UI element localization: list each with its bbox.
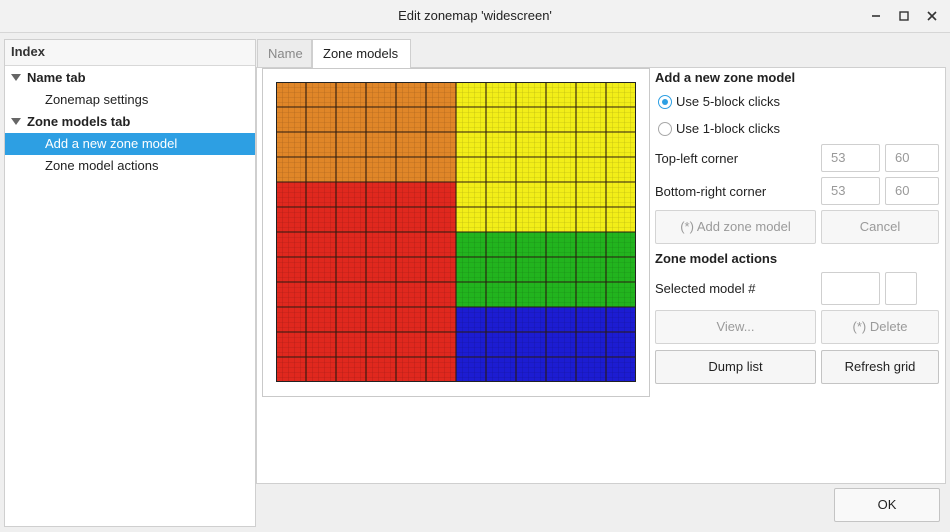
expand-triangle-icon[interactable] [11, 74, 21, 82]
add-zone-model-heading: Add a new zone model [655, 70, 796, 85]
zone-model-actions-heading: Zone model actions [655, 251, 778, 266]
selected-model-label: Selected model # [655, 281, 756, 296]
bottom-right-label: Bottom-right corner [655, 184, 767, 199]
cancel-button[interactable]: Cancel [821, 210, 939, 244]
title-bar: Edit zonemap 'widescreen' [0, 0, 950, 33]
tree-item-add-new-zone-model[interactable]: Add a new zone model [5, 133, 255, 155]
tree-item-zonemap-settings[interactable]: Zonemap settings [5, 89, 255, 111]
radio-1-block[interactable] [658, 122, 672, 136]
tree-item-zone-models-tab[interactable]: Zone models tab [5, 111, 255, 133]
zonemap-grid[interactable] [276, 82, 636, 382]
close-icon[interactable] [922, 6, 942, 26]
tree-item-label: Zone model actions [45, 158, 159, 173]
minimize-icon[interactable] [866, 6, 886, 26]
tree-item-label: Zonemap settings [45, 92, 149, 107]
index-header: Index [5, 40, 255, 66]
tab-zone-models[interactable]: Zone models [312, 39, 411, 68]
tab-name[interactable]: Name [257, 39, 312, 67]
ok-button[interactable]: OK [834, 488, 940, 522]
top-left-y-field[interactable]: 60 [885, 144, 939, 172]
selected-model-spin[interactable] [885, 272, 917, 305]
add-zone-model-button[interactable]: (*) Add zone model [655, 210, 816, 244]
selected-model-field[interactable] [821, 272, 880, 305]
radio-5-block[interactable] [658, 95, 672, 109]
maximize-icon[interactable] [894, 6, 914, 26]
tree-item-label: Name tab [27, 70, 86, 85]
delete-button[interactable]: (*) Delete [821, 310, 939, 344]
radio-1-block-label[interactable]: Use 1-block clicks [676, 121, 780, 136]
tree-item-zone-model-actions[interactable]: Zone model actions [5, 155, 255, 177]
top-left-label: Top-left corner [655, 151, 739, 166]
top-left-x-field[interactable]: 53 [821, 144, 880, 172]
tree-item-name-tab[interactable]: Name tab [5, 67, 255, 89]
refresh-grid-button[interactable]: Refresh grid [821, 350, 939, 384]
tree-item-label: Add a new zone model [45, 136, 178, 151]
expand-triangle-icon[interactable] [11, 118, 21, 126]
dump-list-button[interactable]: Dump list [655, 350, 816, 384]
window-title: Edit zonemap 'widescreen' [398, 8, 552, 23]
bottom-right-x-field[interactable]: 53 [821, 177, 880, 205]
tree-item-label: Zone models tab [27, 114, 131, 129]
bottom-right-y-field[interactable]: 60 [885, 177, 939, 205]
radio-5-block-label[interactable]: Use 5-block clicks [676, 94, 780, 109]
index-panel: Index Name tab Zonemap settings Zone mod… [4, 39, 256, 527]
view-button[interactable]: View... [655, 310, 816, 344]
